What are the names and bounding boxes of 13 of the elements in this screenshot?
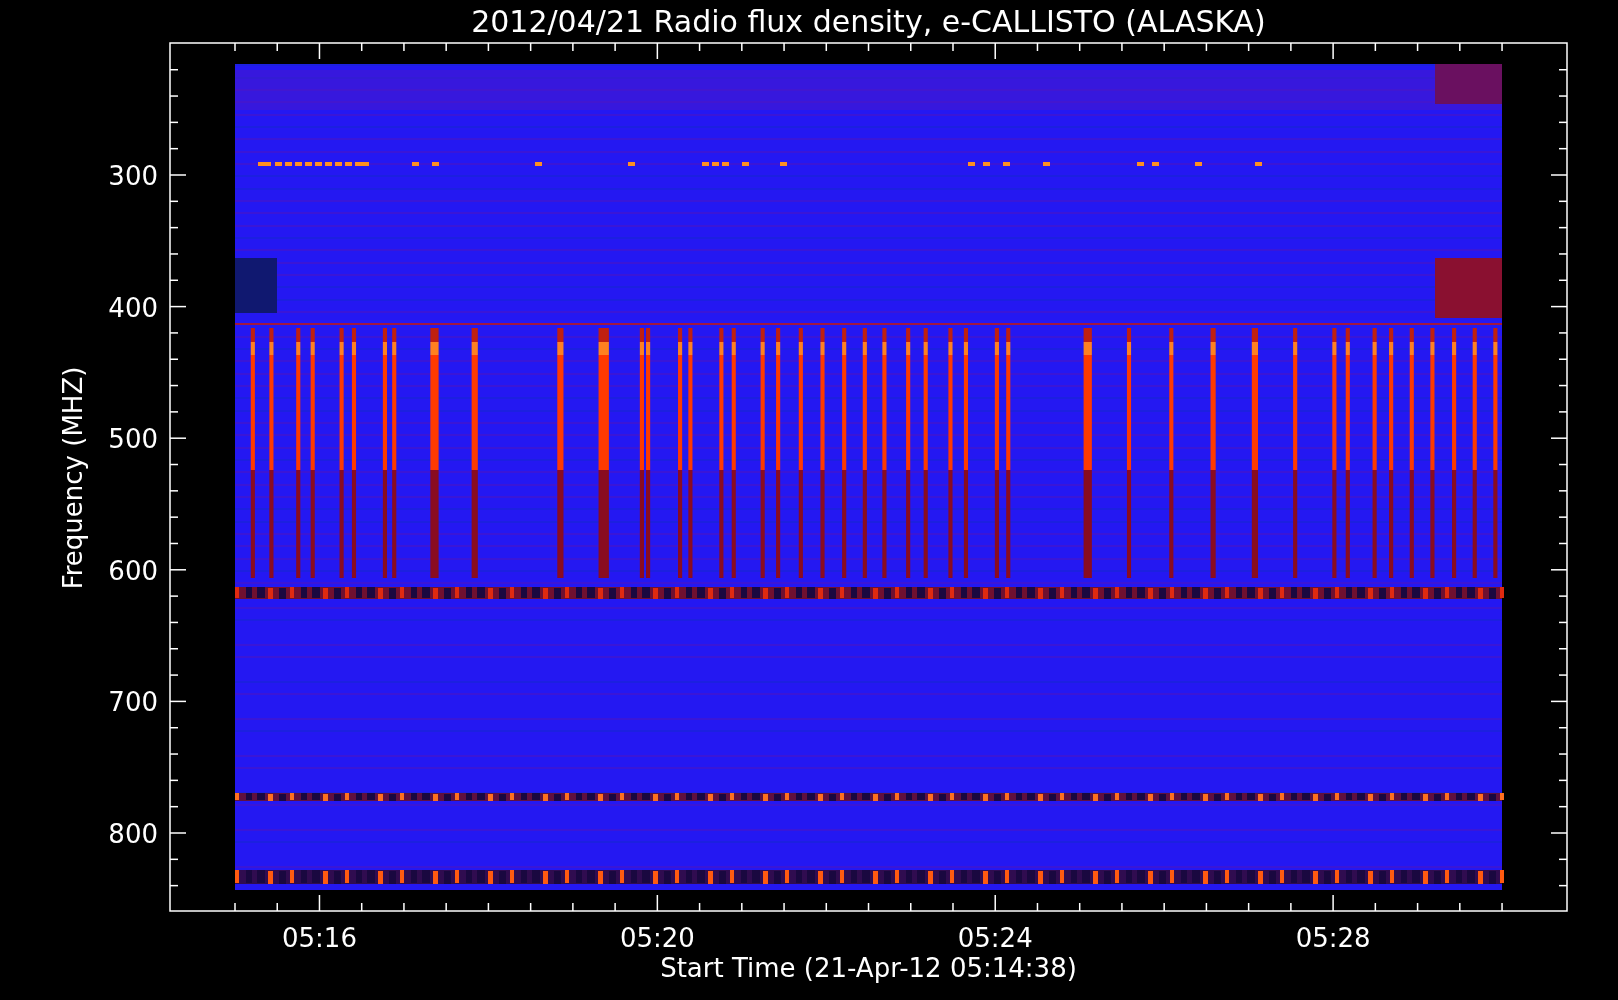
y-tick-label: 600 [108,555,158,586]
y-tick-label: 300 [108,161,158,191]
chart-title: 2012/04/21 Radio flux density, e-CALLISTO (ALASKA) [471,4,1266,39]
x-tick-label: 05:28 [1295,923,1371,953]
y-tick-label: 700 [108,687,158,718]
x-axis-label: Start Time (21-Apr-12 05:14:38) [660,953,1077,983]
x-tick-label: 05:24 [957,923,1033,953]
y-tick-label: 400 [108,292,158,323]
x-tick-label: 05:20 [619,923,695,953]
x-tick-label: 05:16 [282,923,357,953]
y-tick-label: 800 [108,819,158,849]
y-tick-label: 500 [108,424,158,455]
y-axis-label: Frequency (MHZ) [58,366,88,590]
